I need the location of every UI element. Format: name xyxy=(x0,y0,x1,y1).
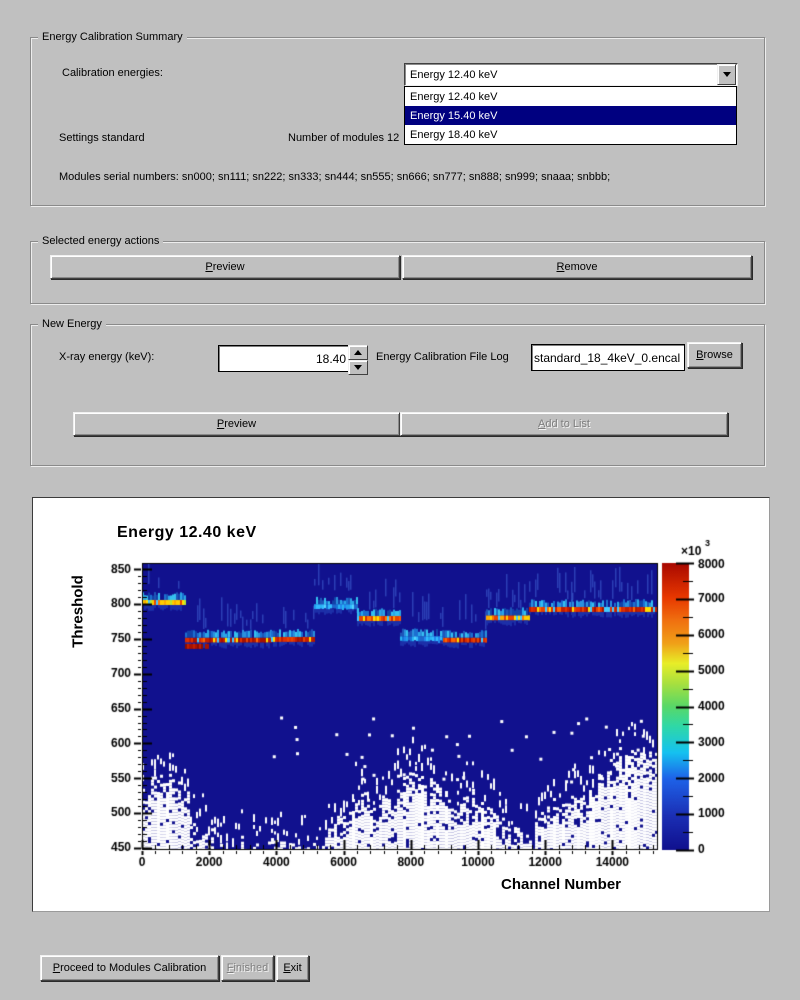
xray-energy-label: X-ray energy (keV): xyxy=(59,351,154,363)
module-serials-label: Modules serial numbers: sn000; sn111; sn… xyxy=(59,171,610,183)
browse-label: Browse xyxy=(696,349,733,361)
exit-label: Exit xyxy=(283,962,301,974)
calibration-energies-label: Calibration energies: xyxy=(62,67,163,79)
file-log-label: Energy Calibration File Log xyxy=(376,351,509,363)
add-to-list-button[interactable]: Add to List xyxy=(400,412,728,436)
number-of-modules-label: Number of modules 12 xyxy=(288,132,399,144)
spin-down-button[interactable] xyxy=(348,360,368,375)
y-axis-title: Threshold xyxy=(70,552,87,672)
plot-panel: Energy 12.40 keV Threshold Channel Numbe… xyxy=(32,497,770,912)
finished-button[interactable]: Finished xyxy=(221,955,274,981)
arrow-up-icon xyxy=(354,350,362,355)
remove-button[interactable]: Remove xyxy=(402,255,752,279)
energy-heatmap-canvas xyxy=(33,498,769,911)
proceed-label: Proceed to Modules Calibration xyxy=(53,962,206,974)
dropdown-option-15-40[interactable]: Energy 15.40 keV xyxy=(405,106,736,125)
actions-group-title: Selected energy actions xyxy=(38,235,163,247)
calibration-energy-combobox[interactable]: Energy 12.40 keV xyxy=(404,63,738,86)
calibration-energy-dropdown-list: Energy 12.40 keV Energy 15.40 keV Energy… xyxy=(404,86,737,145)
new-energy-group-title: New Energy xyxy=(38,318,106,330)
file-log-value: standard_18_4keV_0.encal xyxy=(534,351,680,365)
file-log-input[interactable]: standard_18_4keV_0.encal xyxy=(531,344,685,371)
preview-new-button[interactable]: Preview xyxy=(73,412,400,436)
spin-up-button[interactable] xyxy=(348,345,368,360)
arrow-down-icon xyxy=(354,365,362,370)
xray-energy-input[interactable]: 18.40 xyxy=(218,345,353,372)
exit-button[interactable]: Exit xyxy=(276,955,309,981)
dropdown-option-12-40[interactable]: Energy 12.40 keV xyxy=(405,87,736,106)
combobox-value: Energy 12.40 keV xyxy=(405,69,717,81)
x-axis-title: Channel Number xyxy=(501,876,621,893)
proceed-to-modules-button[interactable]: Proceed to Modules Calibration xyxy=(40,955,219,981)
chevron-down-icon xyxy=(723,72,731,77)
finished-label: Finished xyxy=(227,962,269,974)
add-to-list-label: Add to List xyxy=(538,418,590,430)
settings-standard-label: Settings standard xyxy=(59,132,145,144)
remove-label: Remove xyxy=(557,261,598,273)
preview-new-label: Preview xyxy=(217,418,256,430)
combobox-dropdown-button[interactable] xyxy=(717,64,736,85)
preview-selected-label: Preview xyxy=(205,261,244,273)
plot-title: Energy 12.40 keV xyxy=(117,524,257,542)
browse-button[interactable]: Browse xyxy=(687,342,742,368)
preview-selected-button[interactable]: Preview xyxy=(50,255,400,279)
dropdown-option-18-40[interactable]: Energy 18.40 keV xyxy=(405,125,736,144)
xray-energy-value: 18.40 xyxy=(316,352,346,366)
summary-group-title: Energy Calibration Summary xyxy=(38,31,187,43)
